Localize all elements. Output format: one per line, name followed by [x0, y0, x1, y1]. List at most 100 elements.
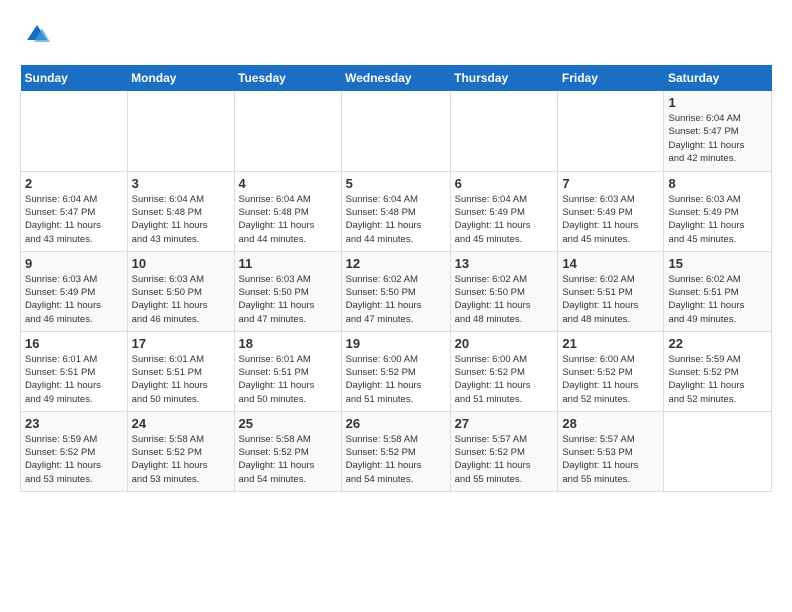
day-info: Sunrise: 6:02 AM Sunset: 5:50 PM Dayligh… [346, 273, 446, 326]
day-cell: 8Sunrise: 6:03 AM Sunset: 5:49 PM Daylig… [664, 171, 772, 251]
header-cell-monday: Monday [127, 65, 234, 91]
day-number: 2 [25, 176, 123, 191]
header-cell-wednesday: Wednesday [341, 65, 450, 91]
day-cell: 19 Sunrise: 6:00 AM Sunset: 5:52 PM Dayli… [341, 331, 450, 411]
header-row: SundayMondayTuesdayWednesdayThursdayFrid… [21, 65, 772, 91]
calendar-body: 1 Sunrise: 6:04 AM Sunset: 5:47 PM Daylig… [21, 91, 772, 491]
day-info: Sunrise: 5:58 AM Sunset: 5:52 PM Dayligh… [346, 433, 446, 486]
day-cell: 6 Sunrise: 6:04 AM Sunset: 5:49 PM Daylig… [450, 171, 558, 251]
day-info: Sunrise: 6:00 AM Sunset: 5:52 PM Dayligh… [346, 353, 446, 406]
day-cell [21, 91, 128, 171]
day-info: Sunrise: 6:02 AM Sunset: 5:51 PM Dayligh… [668, 273, 767, 326]
day-number: 16 [25, 336, 123, 351]
day-number: 19 [346, 336, 446, 351]
day-info: Sunrise: 6:04 AM Sunset: 5:48 PM Dayligh… [346, 193, 446, 246]
day-info: Sunrise: 6:03 AM Sunset: 5:49 PM Dayligh… [562, 193, 659, 246]
day-number: 12 [346, 256, 446, 271]
week-row-1: 1 Sunrise: 6:04 AM Sunset: 5:47 PM Daylig… [21, 91, 772, 171]
day-info: Sunrise: 6:02 AM Sunset: 5:50 PM Dayligh… [455, 273, 554, 326]
day-cell: 18 Sunrise: 6:01 AM Sunset: 5:51 PM Dayli… [234, 331, 341, 411]
header-cell-thursday: Thursday [450, 65, 558, 91]
day-info: Sunrise: 6:04 AM Sunset: 5:47 PM Dayligh… [668, 112, 767, 165]
day-number: 18 [239, 336, 337, 351]
day-cell: 16 Sunrise: 6:01 AM Sunset: 5:51 PM Dayli… [21, 331, 128, 411]
day-cell: 14Sunrise: 6:02 AM Sunset: 5:51 PM Dayli… [558, 251, 664, 331]
week-row-3: 9 Sunrise: 6:03 AM Sunset: 5:49 PM Daylig… [21, 251, 772, 331]
week-row-5: 23 Sunrise: 5:59 AM Sunset: 5:52 PM Dayli… [21, 411, 772, 491]
day-cell [341, 91, 450, 171]
day-number: 20 [455, 336, 554, 351]
day-number: 9 [25, 256, 123, 271]
day-cell: 27 Sunrise: 5:57 AM Sunset: 5:52 PM Dayli… [450, 411, 558, 491]
day-cell: 22Sunrise: 5:59 AM Sunset: 5:52 PM Dayli… [664, 331, 772, 411]
day-info: Sunrise: 6:04 AM Sunset: 5:48 PM Dayligh… [132, 193, 230, 246]
day-info: Sunrise: 6:01 AM Sunset: 5:51 PM Dayligh… [25, 353, 123, 406]
day-info: Sunrise: 6:02 AM Sunset: 5:51 PM Dayligh… [562, 273, 659, 326]
day-number: 26 [346, 416, 446, 431]
day-number: 11 [239, 256, 337, 271]
day-cell: 4 Sunrise: 6:04 AM Sunset: 5:48 PM Daylig… [234, 171, 341, 251]
day-cell: 23 Sunrise: 5:59 AM Sunset: 5:52 PM Dayli… [21, 411, 128, 491]
day-number: 8 [668, 176, 767, 191]
day-cell [664, 411, 772, 491]
day-cell: 2 Sunrise: 6:04 AM Sunset: 5:47 PM Daylig… [21, 171, 128, 251]
day-number: 17 [132, 336, 230, 351]
header-cell-saturday: Saturday [664, 65, 772, 91]
day-number: 15 [668, 256, 767, 271]
calendar-header: SundayMondayTuesdayWednesdayThursdayFrid… [21, 65, 772, 91]
calendar-table: SundayMondayTuesdayWednesdayThursdayFrid… [20, 65, 772, 492]
day-info: Sunrise: 5:59 AM Sunset: 5:52 PM Dayligh… [25, 433, 123, 486]
header-cell-friday: Friday [558, 65, 664, 91]
logo-text [20, 20, 52, 55]
day-number: 24 [132, 416, 230, 431]
logo [20, 20, 52, 55]
day-cell: 7 Sunrise: 6:03 AM Sunset: 5:49 PM Daylig… [558, 171, 664, 251]
day-info: Sunrise: 6:01 AM Sunset: 5:51 PM Dayligh… [132, 353, 230, 406]
day-cell: 28Sunrise: 5:57 AM Sunset: 5:53 PM Dayli… [558, 411, 664, 491]
header [20, 20, 772, 55]
day-number: 4 [239, 176, 337, 191]
week-row-4: 16 Sunrise: 6:01 AM Sunset: 5:51 PM Dayli… [21, 331, 772, 411]
day-cell: 24 Sunrise: 5:58 AM Sunset: 5:52 PM Dayli… [127, 411, 234, 491]
day-info: Sunrise: 6:01 AM Sunset: 5:51 PM Dayligh… [239, 353, 337, 406]
day-cell: 25Sunrise: 5:58 AM Sunset: 5:52 PM Dayli… [234, 411, 341, 491]
day-cell: 26 Sunrise: 5:58 AM Sunset: 5:52 PM Dayli… [341, 411, 450, 491]
day-cell: 12 Sunrise: 6:02 AM Sunset: 5:50 PM Dayli… [341, 251, 450, 331]
day-cell: 3Sunrise: 6:04 AM Sunset: 5:48 PM Daylig… [127, 171, 234, 251]
day-info: Sunrise: 6:04 AM Sunset: 5:48 PM Dayligh… [239, 193, 337, 246]
day-cell [234, 91, 341, 171]
day-cell: 5 Sunrise: 6:04 AM Sunset: 5:48 PM Daylig… [341, 171, 450, 251]
day-number: 7 [562, 176, 659, 191]
day-cell [558, 91, 664, 171]
day-number: 21 [562, 336, 659, 351]
day-info: Sunrise: 6:03 AM Sunset: 5:49 PM Dayligh… [25, 273, 123, 326]
day-cell: 1 Sunrise: 6:04 AM Sunset: 5:47 PM Daylig… [664, 91, 772, 171]
header-cell-sunday: Sunday [21, 65, 128, 91]
logo-icon [22, 20, 52, 50]
day-info: Sunrise: 5:57 AM Sunset: 5:52 PM Dayligh… [455, 433, 554, 486]
day-number: 27 [455, 416, 554, 431]
day-number: 28 [562, 416, 659, 431]
day-info: Sunrise: 6:03 AM Sunset: 5:50 PM Dayligh… [132, 273, 230, 326]
day-info: Sunrise: 6:03 AM Sunset: 5:50 PM Dayligh… [239, 273, 337, 326]
day-cell: 15 Sunrise: 6:02 AM Sunset: 5:51 PM Dayli… [664, 251, 772, 331]
day-cell: 21Sunrise: 6:00 AM Sunset: 5:52 PM Dayli… [558, 331, 664, 411]
day-number: 6 [455, 176, 554, 191]
day-number: 5 [346, 176, 446, 191]
week-row-2: 2 Sunrise: 6:04 AM Sunset: 5:47 PM Daylig… [21, 171, 772, 251]
header-cell-tuesday: Tuesday [234, 65, 341, 91]
day-cell: 13Sunrise: 6:02 AM Sunset: 5:50 PM Dayli… [450, 251, 558, 331]
day-number: 10 [132, 256, 230, 271]
day-cell [450, 91, 558, 171]
day-info: Sunrise: 6:04 AM Sunset: 5:49 PM Dayligh… [455, 193, 554, 246]
day-info: Sunrise: 6:00 AM Sunset: 5:52 PM Dayligh… [455, 353, 554, 406]
day-cell: 17 Sunrise: 6:01 AM Sunset: 5:51 PM Dayli… [127, 331, 234, 411]
day-info: Sunrise: 5:59 AM Sunset: 5:52 PM Dayligh… [668, 353, 767, 406]
day-number: 1 [668, 95, 767, 110]
day-info: Sunrise: 5:58 AM Sunset: 5:52 PM Dayligh… [239, 433, 337, 486]
day-info: Sunrise: 5:58 AM Sunset: 5:52 PM Dayligh… [132, 433, 230, 486]
day-info: Sunrise: 6:04 AM Sunset: 5:47 PM Dayligh… [25, 193, 123, 246]
day-cell: 10 Sunrise: 6:03 AM Sunset: 5:50 PM Dayli… [127, 251, 234, 331]
day-number: 23 [25, 416, 123, 431]
day-cell: 9 Sunrise: 6:03 AM Sunset: 5:49 PM Daylig… [21, 251, 128, 331]
